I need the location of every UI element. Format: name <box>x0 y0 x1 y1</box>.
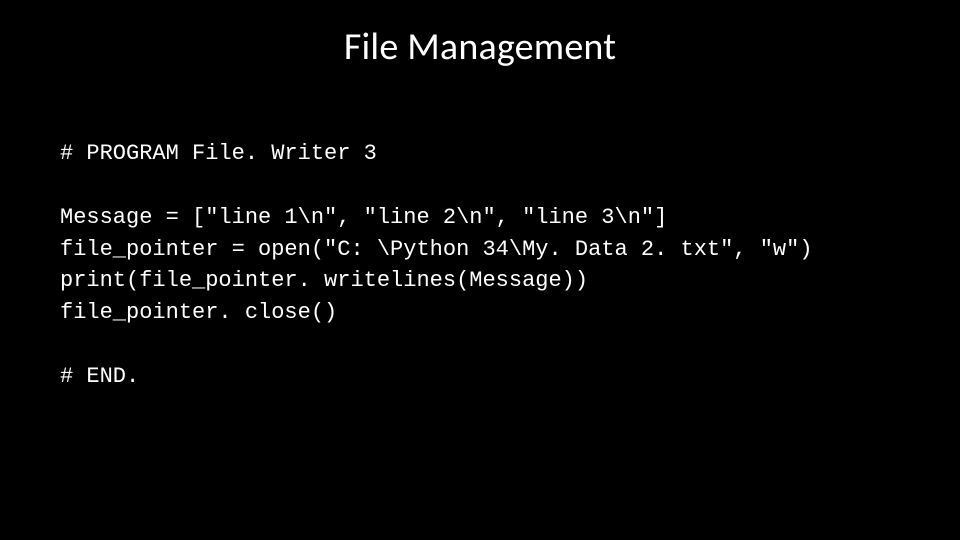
code-comment-end: # END. <box>60 364 139 389</box>
code-line-3: print(file_pointer. writelines(Message)) <box>60 268 588 293</box>
code-block: # PROGRAM File. Writer 3 Message = ["lin… <box>60 106 900 393</box>
code-line-1: Message = ["line 1\n", "line 2\n", "line… <box>60 205 667 230</box>
code-line-4: file_pointer. close() <box>60 300 337 325</box>
slide: File Management # PROGRAM File. Writer 3… <box>0 0 960 540</box>
code-line-2: file_pointer = open("C: \Python 34\My. D… <box>60 237 813 262</box>
slide-title: File Management <box>60 24 900 70</box>
code-comment-top: # PROGRAM File. Writer 3 <box>60 141 377 166</box>
